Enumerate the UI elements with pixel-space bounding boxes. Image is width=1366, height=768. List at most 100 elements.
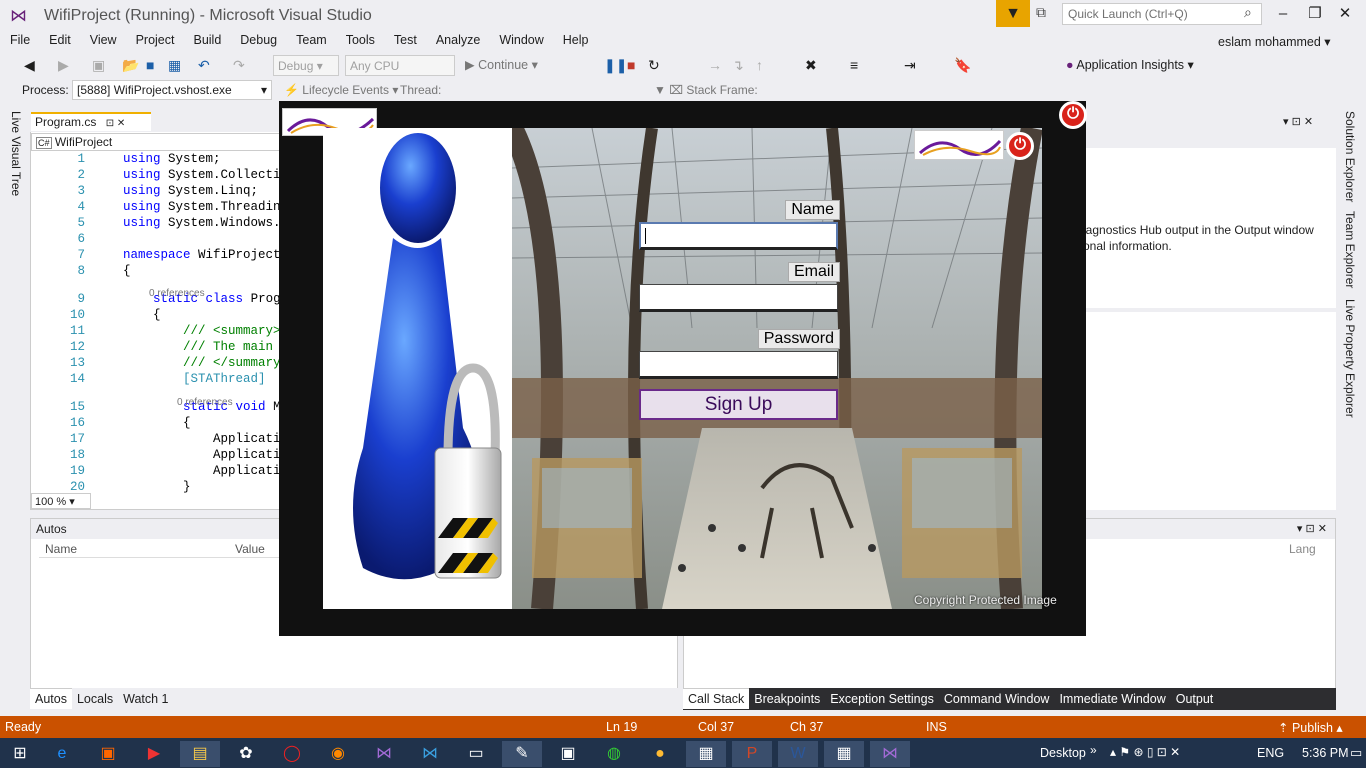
app-power-icon[interactable]: ⏻ [1006, 132, 1034, 160]
menu-help[interactable]: Help [553, 31, 598, 47]
live-property-explorer-tab[interactable]: Live Property Explorer [1343, 299, 1357, 418]
name-input[interactable] [639, 222, 838, 250]
tray-chevron-icon[interactable]: » [1090, 743, 1097, 757]
sign-up-button[interactable]: Sign Up [639, 389, 838, 420]
tab-exception-settings[interactable]: Exception Settings [825, 689, 939, 709]
references-codelens[interactable]: 0 references [149, 288, 205, 299]
code-line[interactable]: } [123, 480, 191, 494]
language-indicator[interactable]: ENG [1257, 746, 1284, 760]
code-line[interactable]: /// </summary> [123, 356, 288, 370]
live-visual-tree-tab[interactable]: Live Visual Tree [9, 111, 23, 196]
menu-test[interactable]: Test [384, 31, 426, 47]
solution-explorer-tab[interactable]: Solution Explorer [1343, 111, 1357, 202]
power-close-icon[interactable]: ⏻ [1059, 101, 1087, 129]
minimize-button[interactable]: – [1270, 4, 1296, 24]
code-line[interactable]: { [123, 264, 131, 278]
visual-studio-running-icon[interactable]: ⋈ [870, 741, 910, 767]
break-all-icon[interactable]: ❚❚ [604, 57, 627, 73]
app-icon-3[interactable]: ▣ [548, 741, 588, 767]
menu-project[interactable]: Project [126, 31, 184, 47]
powerpoint-icon[interactable]: P [732, 741, 772, 767]
code-line[interactable]: namespace WifiProject [123, 248, 281, 262]
code-line[interactable]: [STAThread] [123, 372, 266, 386]
process-dropdown[interactable]: [5888] WifiProject.vshost.exe ▾ [72, 80, 272, 100]
user-account[interactable]: eslam mohammed ▾ [1218, 34, 1331, 49]
team-explorer-tab[interactable]: Team Explorer [1343, 211, 1357, 288]
stop-debugging-icon[interactable]: ■ [627, 57, 635, 73]
menu-analyze[interactable]: Analyze [426, 31, 489, 47]
bookmark-icon[interactable]: 🔖 [954, 57, 971, 73]
tab-command-window[interactable]: Command Window [939, 689, 1055, 709]
menu-build[interactable]: Build [183, 31, 230, 47]
menu-file[interactable]: File [0, 31, 39, 47]
app-icon-2[interactable]: ✿ [226, 741, 266, 767]
tab-watch-1[interactable]: Watch 1 [118, 689, 173, 709]
code-line[interactable]: Application [123, 464, 296, 478]
menu-team[interactable]: Team [286, 31, 336, 47]
code-line[interactable]: { [123, 416, 191, 430]
internet-explorer-icon[interactable]: e [42, 741, 82, 767]
save-all-icon[interactable]: ▦ [168, 57, 181, 73]
tab-call-stack[interactable]: Call Stack [683, 688, 750, 709]
publish-button[interactable]: ⇡ Publish ▴ [1278, 720, 1343, 735]
code-line[interactable]: using System.Collection [123, 168, 296, 182]
quick-launch-input[interactable]: Quick Launch (Ctrl+Q) [1062, 3, 1262, 25]
panel-window-controls-icon[interactable]: ▾ ⊡ ✕ [1283, 115, 1313, 128]
app-icon-4[interactable]: ● [640, 741, 680, 767]
restart-icon[interactable]: ↻ [648, 57, 660, 73]
zoom-dropdown[interactable]: 100 % ▾ [31, 493, 91, 509]
breakpoints-icon[interactable]: ✖ [805, 57, 817, 73]
continue-button[interactable]: ▶ Continue ▾ [465, 57, 538, 72]
redo-icon[interactable]: ↷ [233, 57, 245, 73]
app-window-icon[interactable]: ▦ [824, 741, 864, 767]
navigate-back-icon[interactable]: ◀ [24, 57, 35, 73]
firefox-icon[interactable]: ◉ [318, 741, 358, 767]
menu-tools[interactable]: Tools [336, 31, 384, 47]
tray-icons[interactable]: ▴ ⚑ ⊛ ▯ ⊡ ✕ [1110, 745, 1180, 759]
code-line[interactable]: Application [123, 432, 296, 446]
comment-icon[interactable]: ≡ [850, 57, 858, 73]
code-line[interactable]: using System.Windows.Fo [123, 216, 296, 230]
code-line[interactable]: using System; [123, 152, 221, 166]
code-line[interactable]: Application [123, 448, 296, 462]
code-line[interactable]: /// The main e [123, 340, 288, 354]
word-icon[interactable]: W [778, 741, 818, 767]
lifecycle-events-dropdown[interactable]: ⚡ Lifecycle Events ▾ [284, 83, 398, 97]
save-icon[interactable]: ■ [146, 57, 154, 73]
step-into-icon[interactable]: → [708, 57, 722, 73]
app-icon[interactable]: ▣ [88, 741, 128, 767]
menu-window[interactable]: Window [489, 31, 552, 47]
password-input[interactable] [639, 351, 838, 379]
start-icon[interactable]: ⊞ [0, 741, 40, 767]
platform-dropdown[interactable]: Any CPU [345, 55, 455, 76]
open-file-icon[interactable]: 📂 [122, 57, 139, 73]
app-icon-5[interactable]: ▦ [686, 741, 726, 767]
indent-icon[interactable]: ⇥ [904, 57, 916, 73]
undo-icon[interactable]: ↶ [198, 57, 210, 73]
notepad-icon[interactable]: ✎ [502, 741, 542, 767]
new-project-icon[interactable]: ▣ [92, 57, 105, 73]
chrome-icon[interactable]: ◍ [594, 741, 634, 767]
configuration-dropdown[interactable]: Debug ▾ [273, 55, 339, 76]
code-line[interactable]: /// <summary> [123, 324, 281, 338]
project-navigation-dropdown[interactable]: C# WifiProject [31, 133, 281, 151]
notifications-icon-tray[interactable]: ▭ [1350, 745, 1362, 761]
references-codelens[interactable]: 0 references [177, 397, 233, 408]
email-input[interactable] [639, 284, 838, 312]
tab-locals[interactable]: Locals [72, 689, 118, 709]
desktop-toolbar[interactable]: Desktop [1040, 746, 1086, 760]
notifications-icon[interactable]: ⧉ [1036, 4, 1054, 22]
visual-studio-icon[interactable]: ⋈ [364, 741, 404, 767]
command-prompt-icon[interactable]: ▭ [456, 741, 496, 767]
maximize-button[interactable]: ❐ [1302, 4, 1328, 24]
menu-view[interactable]: View [80, 31, 126, 47]
close-button[interactable]: ✕ [1332, 4, 1358, 24]
code-view[interactable]: 1 using System; 2 using System.Collection 3 u… [31, 152, 296, 494]
file-explorer-icon[interactable]: ▤ [180, 741, 220, 767]
tab-output[interactable]: Output [1171, 689, 1219, 709]
youtube-downloader-icon[interactable]: ▶ [134, 741, 174, 767]
tab-breakpoints[interactable]: Breakpoints [749, 689, 825, 709]
application-insights-button[interactable]: ● Application Insights ▾ [1066, 57, 1194, 72]
tab-autos[interactable]: Autos [30, 688, 72, 709]
code-line[interactable]: { [123, 308, 161, 322]
